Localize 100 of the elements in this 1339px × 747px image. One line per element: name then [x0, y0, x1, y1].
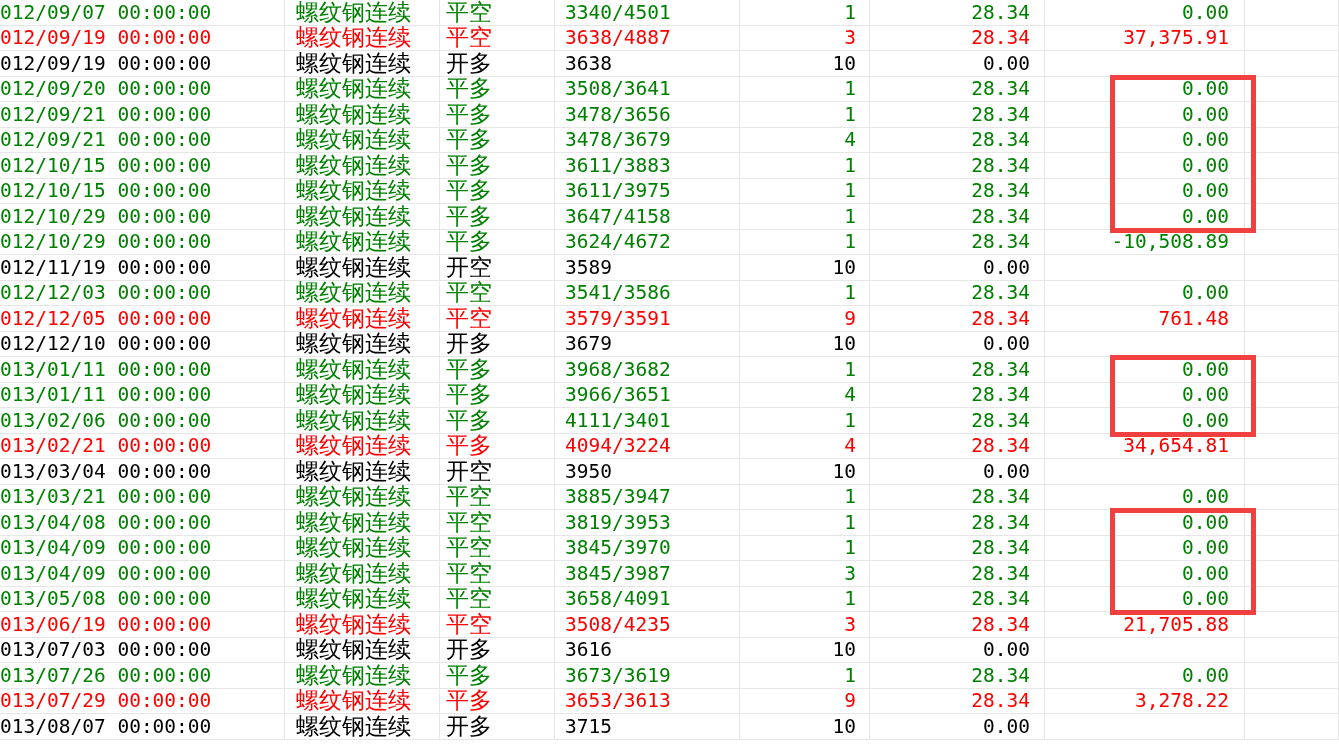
profit-cell-text: -10,508.89	[1111, 232, 1230, 252]
date-cell: 013/02/06 00:00:00	[0, 410, 212, 430]
profit-cell-text: 0.00	[1182, 130, 1230, 150]
date-cell: 013/04/08 00:00:00	[0, 512, 212, 532]
price-cell-text: 3845/3970	[564, 538, 671, 558]
fee-cell-text: 0.00	[983, 461, 1031, 481]
quantity-cell-text: 1	[844, 538, 857, 558]
fee-cell-text: 28.34	[971, 410, 1031, 430]
quantity-cell-text: 3	[844, 28, 857, 48]
action-cell-text: 开多	[445, 638, 492, 662]
price-cell-text: 3673/3619	[564, 665, 671, 685]
product-cell-text: 螺纹钢连续	[295, 408, 411, 432]
action-cell-text: 平多	[445, 230, 492, 254]
date-cell: 013/03/04 00:00:00	[0, 461, 212, 481]
product-cell-text: 螺纹钢连续	[295, 153, 411, 177]
action-cell-text: 开空	[445, 459, 492, 483]
price-cell-text: 3968/3682	[564, 359, 671, 379]
quantity-cell-text: 10	[832, 716, 857, 736]
fee-cell-text: 0.00	[983, 640, 1031, 660]
date-cell: 012/09/07 00:00:00	[0, 2, 212, 22]
fee-cell-text: 28.34	[971, 436, 1031, 456]
fee-cell-text: 0.00	[983, 334, 1031, 354]
date-cell: 012/10/15 00:00:00	[0, 181, 212, 201]
price-cell-text: 3950	[564, 461, 612, 481]
date-cell: 012/11/19 00:00:00	[0, 257, 212, 277]
action-cell-text: 平多	[445, 179, 492, 203]
action-cell-text: 平多	[445, 128, 492, 152]
profit-cell-text: 3,278.22	[1135, 691, 1230, 711]
product-cell-text: 螺纹钢连续	[295, 26, 411, 50]
fee-cell-text: 28.34	[971, 691, 1031, 711]
action-cell-text: 开多	[445, 332, 492, 356]
profit-cell-text: 0.00	[1182, 359, 1230, 379]
fee-cell-text: 28.34	[971, 614, 1031, 634]
action-cell-text: 平空	[445, 510, 492, 534]
fee-cell-text: 28.34	[971, 665, 1031, 685]
fee-cell-text: 0.00	[983, 257, 1031, 277]
date-cell: 013/08/07 00:00:00	[0, 716, 212, 736]
profit-cell-text: 0.00	[1182, 79, 1230, 99]
fee-cell-text: 28.34	[971, 385, 1031, 405]
product-cell-text: 螺纹钢连续	[295, 561, 411, 585]
price-cell-text: 3541/3586	[564, 283, 671, 303]
quantity-cell-text: 10	[832, 461, 857, 481]
product-cell-text: 螺纹钢连续	[295, 281, 411, 305]
product-cell-text: 螺纹钢连续	[295, 459, 411, 483]
product-cell-text: 螺纹钢连续	[295, 714, 411, 738]
fee-cell-text: 0.00	[983, 53, 1031, 73]
action-cell-text: 平空	[445, 587, 492, 611]
fee-cell-text: 28.34	[971, 589, 1031, 609]
action-cell-text: 平多	[445, 102, 492, 126]
price-cell-text: 3638	[564, 53, 612, 73]
action-cell-text: 平多	[445, 204, 492, 228]
profit-cell-text: 0.00	[1182, 2, 1230, 22]
date-cell: 013/01/11 00:00:00	[0, 385, 212, 405]
quantity-cell-text: 9	[844, 308, 857, 328]
action-cell-text: 平多	[445, 153, 492, 177]
price-cell-text: 3638/4887	[564, 28, 671, 48]
date-cell: 012/12/05 00:00:00	[0, 308, 212, 328]
quantity-cell-text: 1	[844, 2, 857, 22]
fee-cell-text: 28.34	[971, 155, 1031, 175]
date-cell: 012/09/21 00:00:00	[0, 130, 212, 150]
quantity-cell-text: 1	[844, 487, 857, 507]
action-cell-text: 开多	[445, 714, 492, 738]
profit-cell-text: 0.00	[1182, 181, 1230, 201]
quantity-cell-text: 4	[844, 130, 857, 150]
fee-cell-text: 28.34	[971, 359, 1031, 379]
quantity-cell-text: 1	[844, 206, 857, 226]
quantity-cell-text: 1	[844, 79, 857, 99]
quantity-cell-text: 1	[844, 359, 857, 379]
product-cell-text: 螺纹钢连续	[295, 332, 411, 356]
quantity-cell-text: 1	[844, 512, 857, 532]
profit-cell-text: 761.48	[1158, 308, 1230, 328]
product-cell-text: 螺纹钢连续	[295, 485, 411, 509]
profit-cell-text: 0.00	[1182, 104, 1230, 124]
date-cell: 012/09/19 00:00:00	[0, 53, 212, 73]
product-cell-text: 螺纹钢连续	[295, 612, 411, 636]
price-cell-text: 3589	[564, 257, 612, 277]
date-cell: 013/05/08 00:00:00	[0, 589, 212, 609]
price-cell-text: 3616	[564, 640, 612, 660]
action-cell-text: 开多	[445, 51, 492, 75]
fee-cell-text: 28.34	[971, 104, 1031, 124]
action-cell-text: 平多	[445, 689, 492, 713]
product-cell-text: 螺纹钢连续	[295, 179, 411, 203]
fee-cell-text: 0.00	[983, 716, 1031, 736]
profit-cell-text: 0.00	[1182, 206, 1230, 226]
date-cell: 012/12/10 00:00:00	[0, 334, 212, 354]
quantity-cell-text: 10	[832, 257, 857, 277]
product-cell-text: 螺纹钢连续	[295, 357, 411, 381]
quantity-cell-text: 10	[832, 53, 857, 73]
price-cell-text: 3647/4158	[564, 206, 671, 226]
quantity-cell-text: 10	[832, 640, 857, 660]
price-cell-text: 3966/3651	[564, 385, 671, 405]
date-cell: 013/04/09 00:00:00	[0, 538, 212, 558]
product-cell-text: 螺纹钢连续	[295, 77, 411, 101]
date-cell: 012/10/29 00:00:00	[0, 232, 212, 252]
quantity-cell-text: 4	[844, 385, 857, 405]
product-cell-text: 螺纹钢连续	[295, 587, 411, 611]
product-cell-text: 螺纹钢连续	[295, 51, 411, 75]
product-cell-text: 螺纹钢连续	[295, 255, 411, 279]
price-cell-text: 3508/4235	[564, 614, 671, 634]
product-cell-text: 螺纹钢连续	[295, 663, 411, 687]
